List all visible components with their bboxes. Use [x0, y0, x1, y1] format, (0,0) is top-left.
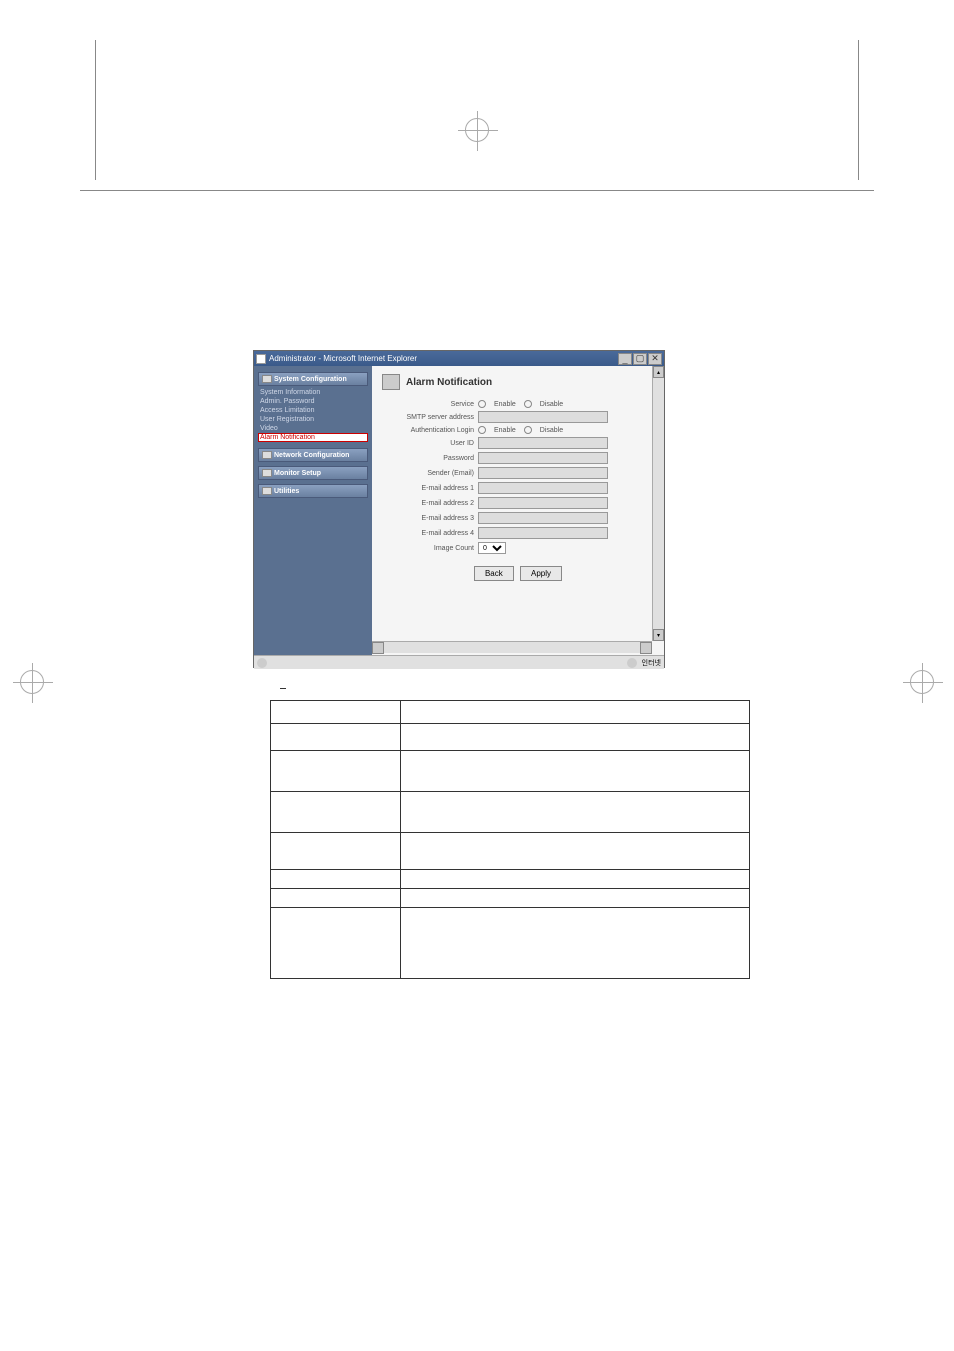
- service-enable-radio[interactable]: [478, 400, 486, 408]
- content-area: Alarm Notification Service Enable Disabl…: [372, 366, 664, 655]
- sidebar-item-admin-password[interactable]: Admin. Password: [258, 397, 368, 406]
- network-icon: [262, 451, 272, 459]
- scroll-right-button[interactable]: [640, 642, 652, 654]
- service-disable-radio[interactable]: [524, 400, 532, 408]
- table-cell: [401, 701, 749, 723]
- minimize-button[interactable]: _: [618, 353, 632, 365]
- enable-text: Enable: [494, 401, 516, 408]
- statusbar: 인터넷: [254, 655, 664, 669]
- internet-zone-icon: [627, 658, 637, 668]
- margin-rule: [95, 40, 96, 180]
- table-cell: [271, 870, 401, 888]
- scroll-down-button[interactable]: ▾: [653, 629, 664, 641]
- email4-label: E-mail address 4: [382, 530, 478, 537]
- email1-input[interactable]: [478, 482, 608, 494]
- monitor-icon: [262, 469, 272, 477]
- service-label: Service: [382, 401, 478, 408]
- horizontal-scrollbar[interactable]: [372, 641, 652, 653]
- table-cell: [401, 751, 749, 791]
- page-frame: [80, 190, 874, 191]
- password-input[interactable]: [478, 452, 608, 464]
- table-cell: [271, 701, 401, 723]
- disable-text: Disable: [540, 401, 563, 408]
- password-label: Password: [382, 455, 478, 462]
- margin-rule: [858, 40, 859, 180]
- table-cell: [401, 792, 749, 832]
- table-cell: [401, 870, 749, 888]
- sidebar-header-label: Network Configuration: [274, 452, 349, 459]
- sidebar-section-utilities[interactable]: Utilities: [258, 484, 368, 498]
- table-cell: [271, 889, 401, 907]
- disable-text: Disable: [540, 427, 563, 434]
- description-table: [270, 700, 750, 979]
- apply-button[interactable]: Apply: [520, 566, 562, 581]
- bullet-dash: [280, 688, 286, 689]
- table-cell: [271, 792, 401, 832]
- table-cell: [401, 889, 749, 907]
- status-icon: [257, 658, 267, 668]
- app-icon: [256, 354, 266, 364]
- auth-enable-radio[interactable]: [478, 426, 486, 434]
- table-cell: [271, 724, 401, 750]
- sidebar-header-label: System Configuration: [274, 376, 347, 383]
- email2-input[interactable]: [478, 497, 608, 509]
- sidebar-item-video[interactable]: Video: [258, 424, 368, 433]
- scroll-left-button[interactable]: [372, 642, 384, 654]
- sidebar-item-access-limitation[interactable]: Access Limitation: [258, 406, 368, 415]
- email3-input[interactable]: [478, 512, 608, 524]
- sidebar-header-label: Utilities: [274, 488, 299, 495]
- userid-label: User ID: [382, 440, 478, 447]
- auth-disable-radio[interactable]: [524, 426, 532, 434]
- back-button[interactable]: Back: [474, 566, 514, 581]
- smtp-input[interactable]: [478, 411, 608, 423]
- page-title: Alarm Notification: [406, 377, 492, 388]
- maximize-button[interactable]: ▢: [633, 353, 647, 365]
- zone-text: 인터넷: [642, 658, 661, 668]
- sidebar-section-monitor-setup[interactable]: Monitor Setup: [258, 466, 368, 480]
- system-icon: [262, 375, 272, 383]
- browser-window: Administrator - Microsoft Internet Explo…: [253, 350, 665, 668]
- sidebar: System Configuration System Information …: [254, 366, 372, 655]
- table-cell: [401, 724, 749, 750]
- sidebar-section-network-config[interactable]: Network Configuration: [258, 448, 368, 462]
- enable-text: Enable: [494, 427, 516, 434]
- table-cell: [271, 751, 401, 791]
- sidebar-item-user-registration[interactable]: User Registration: [258, 415, 368, 424]
- sidebar-section-system-config[interactable]: System Configuration: [258, 372, 368, 386]
- sender-label: Sender (Email): [382, 470, 478, 477]
- sender-input[interactable]: [478, 467, 608, 479]
- table-cell: [271, 908, 401, 978]
- email3-label: E-mail address 3: [382, 515, 478, 522]
- crop-mark-left: [20, 670, 44, 694]
- crop-mark-top: [465, 118, 489, 142]
- vertical-scrollbar[interactable]: ▴ ▾: [652, 366, 664, 641]
- sidebar-header-label: Monitor Setup: [274, 470, 321, 477]
- imgcount-label: Image Count: [382, 545, 478, 552]
- email1-label: E-mail address 1: [382, 485, 478, 492]
- titlebar: Administrator - Microsoft Internet Explo…: [254, 351, 664, 366]
- table-cell: [401, 833, 749, 869]
- userid-input[interactable]: [478, 437, 608, 449]
- email2-label: E-mail address 2: [382, 500, 478, 507]
- imgcount-select[interactable]: 0: [478, 542, 506, 554]
- close-button[interactable]: ✕: [648, 353, 662, 365]
- sidebar-item-alarm-notification[interactable]: Alarm Notification: [258, 433, 368, 442]
- scroll-up-button[interactable]: ▴: [653, 366, 664, 378]
- utilities-icon: [262, 487, 272, 495]
- table-cell: [401, 908, 749, 978]
- table-cell: [271, 833, 401, 869]
- window-title: Administrator - Microsoft Internet Explo…: [269, 354, 618, 363]
- sidebar-item-system-info[interactable]: System Information: [258, 388, 368, 397]
- page-icon: [382, 374, 400, 390]
- email4-input[interactable]: [478, 527, 608, 539]
- crop-mark-right: [910, 670, 934, 694]
- auth-label: Authentication Login: [382, 427, 478, 434]
- smtp-label: SMTP server address: [382, 414, 478, 421]
